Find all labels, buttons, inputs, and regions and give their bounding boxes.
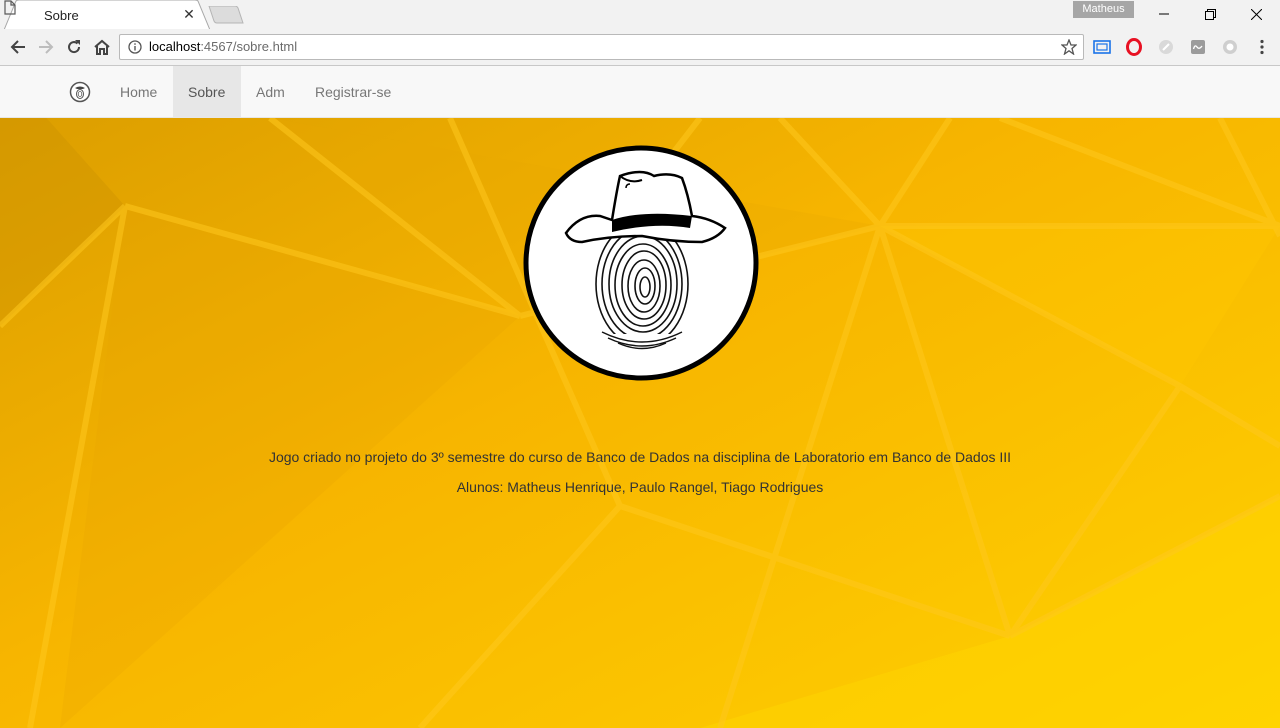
profile-button[interactable]: Matheus (1073, 1, 1134, 18)
home-icon (94, 39, 110, 55)
reload-button[interactable] (62, 35, 86, 59)
nav-link-sobre[interactable]: Sobre (173, 66, 241, 117)
nav-link-registrar[interactable]: Registrar-se (300, 66, 406, 117)
menu-icon (1260, 39, 1264, 55)
extension-button[interactable] (1156, 37, 1176, 57)
title-bar: Sobre ✕ Matheus (0, 0, 1280, 30)
url-host: localhost (149, 39, 201, 54)
browser-toolbar: localhost:4567/sobre.html (0, 29, 1280, 66)
back-icon (10, 40, 25, 54)
info-icon[interactable] (128, 40, 142, 54)
forward-icon (39, 40, 54, 54)
students-list: Alunos: Matheus Henrique, Paulo Rangel, … (456, 479, 824, 495)
lastfm-button[interactable] (1188, 37, 1208, 57)
forward-button[interactable] (34, 35, 58, 59)
url-path: :4567/sobre.html (200, 39, 298, 54)
opera-icon (1126, 38, 1142, 56)
nav-link-adm[interactable]: Adm (241, 66, 300, 117)
new-tab-button[interactable] (208, 6, 244, 24)
tab-title: Sobre (44, 8, 79, 23)
opera-button[interactable] (1124, 37, 1144, 57)
minimize-icon (1159, 13, 1169, 15)
privacy-button[interactable] (1220, 37, 1240, 57)
cast-icon (1093, 40, 1111, 54)
reload-icon (68, 40, 81, 54)
nav-link-home[interactable]: Home (105, 66, 172, 117)
lastfm-icon (1191, 40, 1205, 54)
address-bar[interactable]: localhost:4567/sobre.html (119, 34, 1084, 60)
page-icon (4, 0, 16, 15)
restore-button[interactable] (1187, 0, 1233, 28)
page-viewport: Home Sobre Adm Registrar-se Jogo criado … (0, 66, 1280, 728)
tab-sobre[interactable]: Sobre ✕ (4, 0, 210, 30)
fingerprint-logo-icon[interactable] (68, 81, 92, 103)
minimize-button[interactable] (1141, 0, 1187, 28)
home-button[interactable] (90, 35, 114, 59)
cast-button[interactable] (1092, 37, 1112, 57)
privacy-icon (1223, 40, 1237, 54)
star-icon[interactable] (1061, 39, 1077, 55)
window-close-icon (1250, 8, 1262, 20)
tab-shape (4, 0, 210, 30)
site-navbar: Home Sobre Adm Registrar-se (0, 66, 1280, 118)
window-close-button[interactable] (1233, 0, 1279, 28)
url-text[interactable]: localhost:4567/sobre.html (149, 39, 297, 54)
fingerprint-hat-logo (523, 145, 759, 381)
chrome-menu-button[interactable] (1252, 37, 1272, 57)
extension-icon (1159, 40, 1173, 54)
project-description: Jogo criado no projeto do 3º semestre do… (268, 449, 1012, 465)
back-button[interactable] (6, 35, 30, 59)
close-icon[interactable]: ✕ (182, 5, 196, 23)
restore-icon (1204, 8, 1216, 20)
